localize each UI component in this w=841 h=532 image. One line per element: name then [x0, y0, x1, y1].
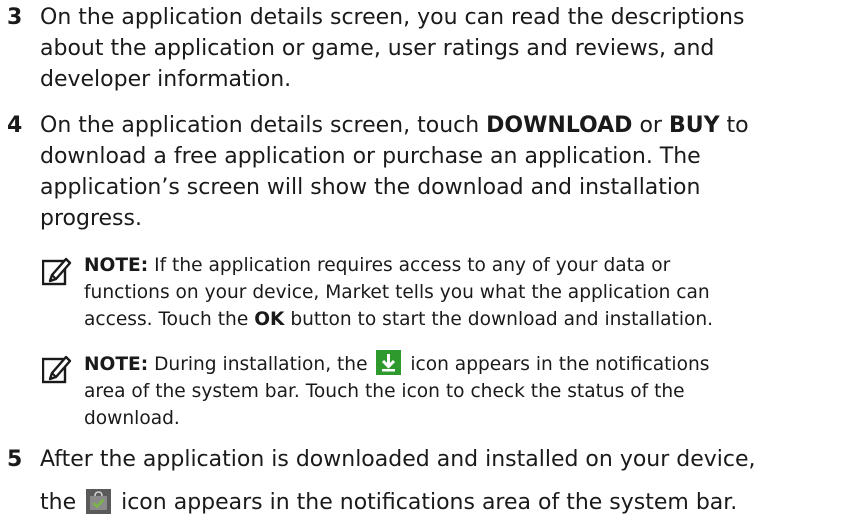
note-line: functions on your device, Market tells y…	[84, 282, 710, 303]
note-label: NOTE:	[84, 354, 149, 375]
pencil-note-icon	[42, 355, 72, 384]
step-line: On the application details screen, touch…	[40, 110, 820, 141]
text-run: During installation, the	[148, 354, 374, 375]
step-line: On the application details screen, you c…	[40, 5, 745, 30]
step-number: 4	[7, 113, 23, 138]
ok-label: OK	[254, 309, 285, 330]
step-5-text: After the application is downloaded and …	[40, 444, 820, 518]
step-line: progress.	[40, 206, 142, 231]
text-run: the	[40, 490, 84, 515]
note-2-text: NOTE: During installation, the icon appe…	[84, 350, 836, 432]
step-3-text: On the application details screen, you c…	[40, 2, 820, 95]
step-line: developer information.	[40, 67, 292, 92]
text-run: to	[719, 113, 749, 138]
step-line: the icon appears in the notifications ar…	[40, 487, 820, 518]
note-line: NOTE: During installation, the icon appe…	[84, 350, 836, 378]
text-run: icon appears in the notifications	[404, 354, 710, 375]
buy-label: BUY	[668, 113, 720, 138]
installed-bag-icon	[86, 489, 112, 514]
note-line: access. Touch the OK button to start the…	[84, 306, 836, 333]
step-line: download a free application or purchase …	[40, 144, 701, 169]
download-arrow-icon	[376, 350, 402, 375]
step-number: 5	[7, 447, 23, 472]
note-line: download.	[84, 408, 180, 429]
step-line: about the application or game, user rati…	[40, 36, 715, 61]
step-line: application’s screen will show the downl…	[40, 175, 701, 200]
step-4-text: On the application details screen, touch…	[40, 110, 820, 234]
text-run: button to start the download and install…	[284, 309, 714, 330]
step-number: 3	[7, 5, 23, 30]
download-label: DOWNLOAD	[486, 113, 633, 138]
note-line: NOTE: If the application requires access…	[84, 252, 836, 279]
text-run: icon appears in the notifications area o…	[114, 490, 738, 515]
step-line: After the application is downloaded and …	[40, 447, 756, 472]
pencil-note-icon	[42, 257, 72, 286]
note-line: area of the system bar. Touch the icon t…	[84, 381, 685, 402]
text-run: If the application requires access to an…	[148, 255, 671, 276]
text-run: or	[632, 113, 669, 138]
note-1-text: NOTE: If the application requires access…	[84, 252, 836, 333]
note-label: NOTE:	[84, 255, 149, 276]
text-run: On the application details screen, touch	[40, 113, 487, 138]
text-run: access. Touch the	[84, 309, 255, 330]
